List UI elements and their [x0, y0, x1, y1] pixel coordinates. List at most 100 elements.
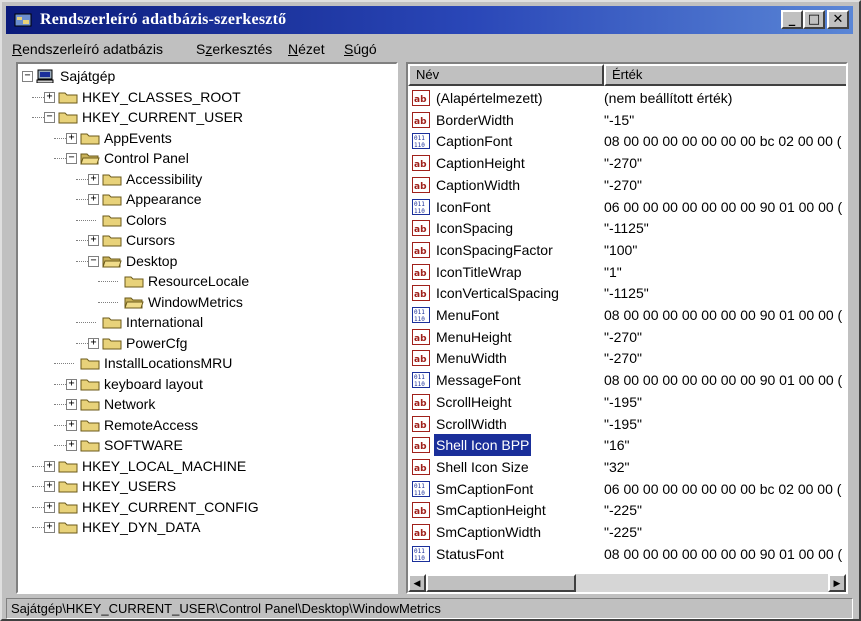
- menu-help[interactable]: Súgó: [344, 41, 377, 57]
- title-bar[interactable]: Rendszerleíró adatbázis-szerkesztő _ □ ✕: [6, 6, 853, 34]
- value-row[interactable]: ab SmCaptionWidth "-225": [408, 521, 846, 543]
- tree-item-label: Appearance: [126, 191, 202, 207]
- tree-item-label: HKEY_CURRENT_CONFIG: [82, 498, 259, 515]
- value-name: IconTitleWrap: [436, 263, 522, 280]
- scroll-thumb[interactable]: [426, 574, 576, 592]
- value-row[interactable]: ab CaptionWidth "-270": [408, 174, 846, 196]
- value-row[interactable]: 011 110 StatusFont 08 00 00 00 00 00 00 00 …: [408, 543, 846, 565]
- window-title: Rendszerleíró adatbázis-szerkesztő: [40, 11, 287, 28]
- value-row[interactable]: ab (Alapértelmezett) (nem beállított érték…: [408, 87, 846, 109]
- value-row[interactable]: ab Shell Icon BPP "16": [408, 433, 846, 458]
- value-name: SmCaptionWidth: [436, 524, 542, 540]
- tree-item[interactable]: + Accessibility: [18, 169, 396, 189]
- tree-item[interactable]: + RemoteAccess: [18, 415, 396, 435]
- expand-icon[interactable]: +: [66, 440, 77, 451]
- tree-item[interactable]: + PowerCfg: [18, 333, 396, 353]
- expand-icon[interactable]: +: [44, 501, 55, 513]
- value-row[interactable]: ab ScrollWidth "-195": [408, 413, 846, 435]
- expand-icon[interactable]: +: [66, 132, 77, 144]
- value-row[interactable]: 011 110 IconFont 06 00 00 00 00 00 00 00 90…: [408, 196, 846, 218]
- value-name: (Alapértelmezett): [436, 90, 543, 106]
- value-row[interactable]: ab IconSpacingFactor "100": [408, 239, 846, 261]
- value-row[interactable]: 011 110 MenuFont 08 00 00 00 00 00 00 00 90…: [408, 304, 846, 326]
- tree-item[interactable]: − HKEY_CURRENT_USER: [18, 107, 396, 127]
- value-row[interactable]: ab MenuHeight "-270": [408, 326, 846, 348]
- tree-item[interactable]: + SOFTWARE: [18, 435, 396, 455]
- collapse-icon[interactable]: −: [22, 71, 33, 82]
- tree-item[interactable]: − Desktop: [18, 251, 396, 271]
- tree-item[interactable]: + Network: [18, 394, 396, 414]
- value-data: "16": [604, 437, 630, 454]
- value-data: "-1125": [604, 220, 649, 237]
- tree-item[interactable]: InstallLocationsMRU: [18, 353, 396, 373]
- column-header-value[interactable]: Érték: [604, 64, 846, 86]
- value-row[interactable]: ab BorderWidth "-15": [408, 109, 846, 131]
- folder-icon: [80, 358, 100, 370]
- close-button[interactable]: ✕: [827, 10, 849, 29]
- expand-icon[interactable]: +: [44, 460, 55, 472]
- value-row[interactable]: ab CaptionHeight "-270": [408, 152, 846, 174]
- tree-item[interactable]: ResourceLocale: [18, 271, 396, 291]
- tree-item[interactable]: International: [18, 312, 396, 332]
- tree-item[interactable]: − Control Panel: [18, 148, 396, 168]
- tree-item[interactable]: + HKEY_LOCAL_MACHINE: [18, 456, 396, 476]
- expand-icon[interactable]: +: [66, 419, 77, 431]
- expand-icon[interactable]: +: [88, 337, 99, 349]
- expand-icon[interactable]: +: [88, 194, 99, 205]
- svg-text:ab: ab: [414, 334, 427, 344]
- tree-item[interactable]: Colors: [18, 210, 396, 230]
- expand-icon[interactable]: +: [66, 378, 77, 390]
- value-row[interactable]: ab MenuWidth "-270": [408, 347, 846, 369]
- tree-item[interactable]: − Sajátgép: [18, 66, 396, 86]
- value-name: MessageFont: [436, 372, 521, 389]
- value-name: MenuWidth: [436, 350, 507, 367]
- tree-item[interactable]: + Appearance: [18, 189, 396, 209]
- tree-item[interactable]: + HKEY_CURRENT_CONFIG: [18, 497, 396, 517]
- value-row[interactable]: ab ScrollHeight "-195": [408, 391, 846, 413]
- expand-icon[interactable]: +: [44, 522, 55, 533]
- value-row[interactable]: 011 110 CaptionFont 08 00 00 00 00 00 00 00…: [408, 130, 846, 152]
- value-row[interactable]: 011 110 SmCaptionFont 06 00 00 00 00 00 00 …: [408, 478, 846, 500]
- value-row[interactable]: ab SmCaptionHeight "-225": [408, 499, 846, 521]
- value-name: CaptionWidth: [436, 176, 521, 193]
- tree-item[interactable]: WindowMetrics: [18, 292, 396, 312]
- expand-icon[interactable]: +: [88, 173, 99, 185]
- scroll-right-button[interactable]: ▶: [828, 574, 846, 592]
- expand-icon[interactable]: +: [44, 91, 55, 103]
- collapse-icon[interactable]: −: [66, 153, 77, 164]
- value-row[interactable]: ab IconTitleWrap "1": [408, 261, 846, 283]
- menu-registry[interactable]: Rendszerleíró adatbázis: [12, 41, 163, 57]
- horizontal-scrollbar[interactable]: ◀ ▶: [408, 574, 846, 592]
- binary-value-icon: 011110: [412, 372, 430, 389]
- values-list[interactable]: Név Érték ab (Alapértelmezett) (nem beállí…: [406, 62, 848, 594]
- tree-item[interactable]: + HKEY_CLASSES_ROOT: [18, 87, 396, 107]
- registry-tree[interactable]: − Sajátgép + HKEY_CLASSES_ROOT − HKEY_CURRENT…: [16, 62, 398, 594]
- menu-view[interactable]: Nézet: [288, 41, 325, 57]
- tree-item-label: WindowMetrics: [148, 293, 243, 310]
- tree-item[interactable]: + HKEY_DYN_DATA: [18, 517, 396, 537]
- tree-item-label: HKEY_CURRENT_USER: [82, 109, 244, 125]
- scroll-left-button[interactable]: ◀: [408, 574, 426, 592]
- value-row[interactable]: 011 110 MessageFont 08 00 00 00 00 00 00 00…: [408, 369, 846, 391]
- expand-icon[interactable]: +: [66, 399, 77, 410]
- minimize-button[interactable]: _: [781, 10, 803, 29]
- tree-item-label: AppEvents: [104, 129, 172, 146]
- column-header-name[interactable]: Név: [408, 64, 604, 86]
- value-data: "-195": [604, 415, 642, 432]
- string-value-icon: ab: [412, 458, 430, 475]
- value-row[interactable]: ab IconVerticalSpacing "-1125": [408, 282, 846, 304]
- string-value-icon: ab: [412, 90, 430, 106]
- tree-item[interactable]: + HKEY_USERS: [18, 476, 396, 496]
- menu-edit[interactable]: Szerkesztés: [196, 41, 272, 57]
- value-row[interactable]: ab IconSpacing "-1125": [408, 217, 846, 239]
- tree-item[interactable]: + Cursors: [18, 230, 396, 250]
- tree-item[interactable]: + AppEvents: [18, 128, 396, 148]
- maximize-button[interactable]: □: [803, 10, 825, 29]
- tree-item[interactable]: + keyboard layout: [18, 374, 396, 394]
- tree-item-label: ResourceLocale: [148, 273, 250, 289]
- expand-icon[interactable]: +: [44, 481, 55, 492]
- expand-icon[interactable]: +: [88, 235, 99, 246]
- value-row[interactable]: ab Shell Icon Size "32": [408, 456, 846, 478]
- collapse-icon[interactable]: −: [88, 255, 99, 267]
- collapse-icon[interactable]: −: [44, 112, 55, 123]
